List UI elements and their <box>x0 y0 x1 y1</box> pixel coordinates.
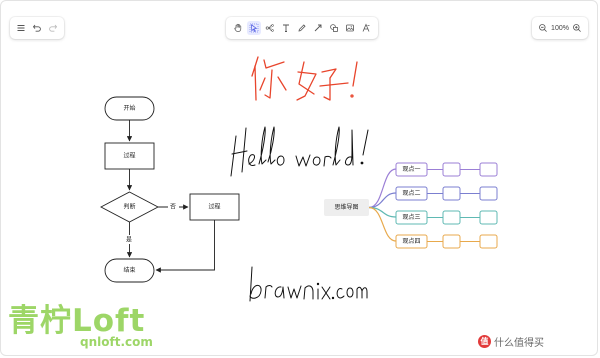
handwriting-url[interactable] <box>249 266 368 302</box>
mindmap-root-label: 思维导图 <box>334 203 358 211</box>
mindmap-link <box>368 192 397 209</box>
flow-process-label: 过程 <box>123 152 135 160</box>
mindmap-child-node[interactable] <box>479 162 498 177</box>
mindmap-branch-label: 观点三 <box>402 213 420 221</box>
flow-start-label: 开始 <box>123 104 135 112</box>
watermark-badge-icon: 值 <box>478 335 491 348</box>
flowchart: 开始 过程 判断 否 过程 是 结束 <box>100 96 240 283</box>
watermark-site: 值 什么值得买 <box>478 334 544 349</box>
handwriting-english[interactable] <box>230 126 369 177</box>
mindmap-branch-label: 观点一 <box>402 165 420 173</box>
mindmap-child-node[interactable] <box>479 234 498 249</box>
mindmap-child-node[interactable] <box>442 234 461 249</box>
watermark-sub-text: qnloft.com <box>80 335 153 349</box>
mindmap: 思维导图 观点一 观点二 观点三 观点四 <box>324 162 498 249</box>
mindmap-branch-label: 观点二 <box>402 189 420 197</box>
watermark-site-text: 什么值得买 <box>494 338 544 349</box>
flow-end-label: 结束 <box>123 266 135 274</box>
mindmap-child-node[interactable] <box>442 210 461 225</box>
flow-decision-label: 判断 <box>123 203 135 211</box>
flow-no-label: 否 <box>170 204 176 211</box>
mindmap-link <box>368 168 397 209</box>
flow-edge[interactable] <box>155 220 215 273</box>
flow-yes-label: 是 <box>126 237 132 244</box>
watermark-main-text: 青柠Loft <box>8 303 146 339</box>
mindmap-child-node[interactable] <box>479 186 498 201</box>
mindmap-child-node[interactable] <box>442 162 461 177</box>
handwriting-chinese[interactable] <box>251 56 358 101</box>
mindmap-branch-label: 观点四 <box>402 237 420 245</box>
watermark-logo: 青柠Loft qnloft.com <box>8 295 168 353</box>
mindmap-child-node[interactable] <box>442 186 461 201</box>
mindmap-child-node[interactable] <box>479 210 498 225</box>
flow-process-label: 过程 <box>208 203 220 211</box>
